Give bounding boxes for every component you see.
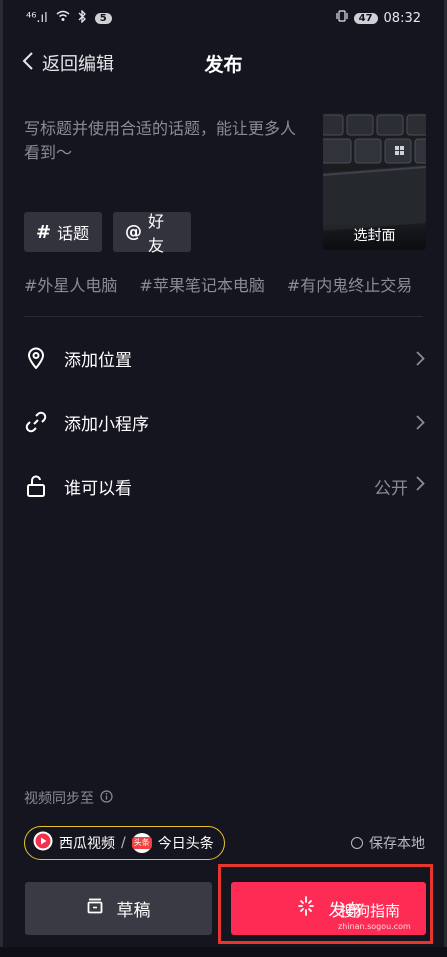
chevron-right-icon xyxy=(416,476,425,496)
bluetooth-icon xyxy=(78,8,87,27)
status-bar: ⁴⁶.ıl 5 47 08:32 xyxy=(0,0,447,36)
visibility-label: 谁可以看 xyxy=(64,478,132,499)
suggested-tag[interactable]: #外星人电脑 xyxy=(24,272,117,296)
radio-icon xyxy=(351,837,363,849)
sync-label: 视频同步至 xyxy=(24,791,94,807)
choose-cover-label: 选封面 xyxy=(323,222,426,250)
back-button[interactable]: 返回编辑 xyxy=(22,50,114,76)
notification-count-badge: 5 xyxy=(94,12,112,24)
save-local-option[interactable]: 保存本地 xyxy=(351,833,425,853)
link-icon xyxy=(24,410,48,434)
battery-icon: 47 xyxy=(353,12,378,24)
chevron-right-icon xyxy=(416,350,425,366)
xigua-label: 西瓜视频 xyxy=(59,836,115,852)
unlock-icon xyxy=(24,474,48,498)
back-label: 返回编辑 xyxy=(42,54,114,75)
clock: 08:32 xyxy=(383,10,421,26)
add-location-row[interactable]: 添加位置 xyxy=(24,338,425,378)
vibrate-icon xyxy=(336,10,348,26)
location-pin-icon xyxy=(24,346,48,370)
save-local-label: 保存本地 xyxy=(369,836,425,852)
topic-chip-label: 话题 xyxy=(57,224,90,243)
highlight-box xyxy=(218,864,433,944)
platform-separator: / xyxy=(121,835,126,851)
watermark-text: 搜狗指南 xyxy=(340,902,401,920)
toutiao-label: 今日头条 xyxy=(157,836,214,852)
add-mini-program-label: 添加小程序 xyxy=(64,414,149,435)
xigua-logo-icon xyxy=(33,831,53,855)
chevron-right-icon xyxy=(416,414,425,430)
suggested-tag[interactable]: #有内鬼终止交易 xyxy=(287,272,412,296)
friend-chip-button[interactable]: @ 好友 xyxy=(113,212,191,255)
visibility-row[interactable]: 谁可以看 公开 xyxy=(24,466,425,506)
sync-section-title: 视频同步至 xyxy=(24,788,113,808)
draft-button[interactable]: 草稿 xyxy=(25,882,212,935)
visibility-value-group: 公开 xyxy=(374,474,425,499)
toutiao-logo-icon: 头条 xyxy=(131,833,152,853)
visibility-value: 公开 xyxy=(374,478,408,499)
wifi-icon xyxy=(56,10,70,26)
suggested-tag[interactable]: #苹果笔记本电脑 xyxy=(139,272,264,296)
suggested-tags: #外星人电脑 #苹果笔记本电脑 #有内鬼终止交易 xyxy=(24,272,412,296)
divider xyxy=(24,316,423,317)
toutiao-logo-text: 头条 xyxy=(131,837,152,849)
topic-chip-button[interactable]: # 话题 xyxy=(24,212,102,252)
add-mini-program-row[interactable]: 添加小程序 xyxy=(24,402,425,442)
watermark-url: zhinan.sogou.com xyxy=(338,922,411,931)
chevron-left-icon xyxy=(22,51,34,76)
at-icon: @ xyxy=(125,222,142,242)
signal-icon: ⁴⁶.ıl xyxy=(26,10,48,26)
top-nav: 发布 返回编辑 xyxy=(0,40,447,88)
caption-input[interactable]: 写标题并使用合适的话题，能让更多人看到～ xyxy=(24,117,309,165)
hashtag-icon: # xyxy=(36,221,52,243)
sync-platforms-toggle[interactable]: 西瓜视频 / 头条 今日头条 xyxy=(24,826,225,860)
draft-box-icon xyxy=(87,898,103,919)
friend-chip-label: 好友 xyxy=(148,212,165,255)
draft-label: 草稿 xyxy=(116,901,151,921)
info-icon[interactable] xyxy=(100,789,113,807)
cover-picker[interactable]: 选封面 xyxy=(323,113,426,250)
add-location-label: 添加位置 xyxy=(64,350,132,371)
bottom-edge xyxy=(0,947,447,957)
